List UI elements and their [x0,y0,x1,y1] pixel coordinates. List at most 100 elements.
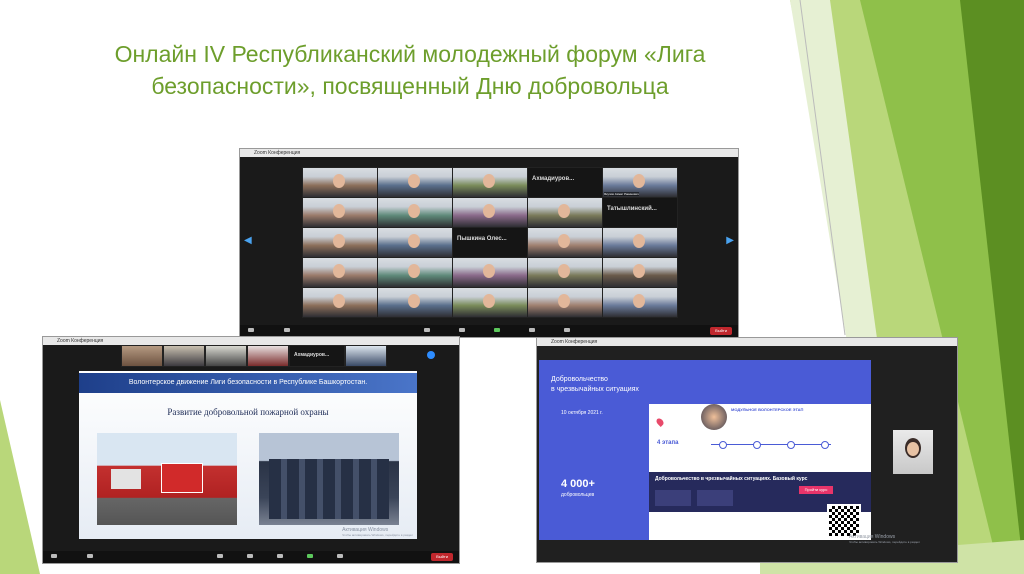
participant-tile [602,257,678,288]
timeline-dot [753,441,761,449]
timeline-line [711,444,831,445]
thumbnail-strip: Ахмадиуров... [121,345,421,367]
participant-face [333,264,345,278]
windows-activation-watermark: Активация Windows Чтобы активировать Win… [849,534,920,544]
participant-face [483,174,495,188]
timeline-dot [821,441,829,449]
presenter-video-tile [893,430,933,474]
participant-tile-named: Пышкина Олес... [452,227,528,258]
security-button[interactable] [420,328,434,336]
participant-tile [452,167,528,198]
next-page-arrow-icon[interactable]: ▶ [726,235,734,246]
volunteers-count: 4 000+ [561,478,595,490]
participant-tile [377,227,453,258]
chat-button[interactable] [273,554,287,562]
slide-banner: Волонтерское движение Лиги безопасности … [79,373,417,393]
share-button[interactable] [303,554,317,562]
participant-tile [377,257,453,288]
participant-face [408,294,420,308]
mic-button[interactable] [244,328,258,336]
participant-name: Ахмадиуров... [532,176,575,182]
chat-button[interactable] [490,328,504,336]
participant-tile: Якупов Ахмат Ракинович [602,167,678,198]
participant-face [558,204,570,218]
participant-face [408,204,420,218]
slide-heading: Развитие добровольной пожарной охраны [167,407,329,417]
share-indicator-icon[interactable] [427,351,435,359]
qr-code [827,504,861,538]
participant-tile [452,287,528,318]
thumb-tile-named: Ахмадиуров... [289,345,345,367]
participant-name: Татышлинский... [607,206,657,212]
timeline-dot [787,441,795,449]
course-button[interactable]: Пройти курс [799,486,833,494]
reactions-button[interactable] [333,554,347,562]
zoom-share-screenshot-right: Zoom Конференция Добровольчество в чрезв… [536,337,958,563]
participant-face [558,294,570,308]
rescue-title-1: Добровольчество [551,376,608,383]
windows-activation-watermark: Активация Windows Чтобы активировать Win… [342,527,413,537]
video-button[interactable] [83,554,97,562]
zoom-gallery-screenshot: Zoom Конференция ◀ ▶ Ахмадиуров... Якупов… [239,148,739,338]
participant-tile [377,197,453,228]
participant-tile [302,197,378,228]
location-pin-icon [655,417,665,427]
date-text: 10 октября 2021 г. [561,410,603,416]
share-button[interactable] [525,328,539,336]
rescue-title-2: в чрезвычайных ситуациях [551,386,639,393]
participant-face [633,174,645,188]
thumb-tile [121,345,163,367]
participant-tile [302,167,378,198]
security-button[interactable] [213,554,227,562]
participant-face [483,294,495,308]
module-header: МОДУЛЬНОЕ ВОЛОНТЕРСКОЕ ЭТАП [731,407,804,412]
stage-count: 4 этапа [657,440,679,446]
course-card [655,490,691,506]
participant-name: Пышкина Олес... [457,236,507,242]
zoom-title-bar: Zoom Конференция [240,149,738,157]
participant-tile [302,287,378,318]
mic-button[interactable] [47,554,61,562]
end-meeting-button[interactable]: Выйти [431,553,453,561]
participant-tile [302,227,378,258]
video-button[interactable] [280,328,294,336]
participant-tile [377,167,453,198]
participant-face [633,234,645,248]
participant-face [633,294,645,308]
participant-face [408,174,420,188]
participant-face [408,234,420,248]
fire-trucks-photo [97,433,237,525]
zoom-title-bar: Zoom Конференция [537,338,957,346]
zoom-title-bar: Zoom Конференция [43,337,459,345]
participant-tile [377,287,453,318]
slide-title: Онлайн IV Республиканский молодежный фор… [114,41,706,99]
thumb-tile [345,345,387,367]
prev-page-arrow-icon[interactable]: ◀ [244,235,252,246]
participants-button[interactable] [455,328,469,336]
participants-button[interactable] [243,554,257,562]
thumb-tile [247,345,289,367]
participant-tile [302,257,378,288]
participant-grid: Ахмадиуров... Якупов Ахмат Ракинович Татыш… [302,167,678,318]
participant-face [333,234,345,248]
participant-tile [602,227,678,258]
participant-face [483,204,495,218]
volunteers-label: добровольцев [561,492,595,498]
participant-face [483,264,495,278]
participant-face [633,264,645,278]
presentation-slide: Добровольчество в чрезвычайных ситуациях… [539,360,871,540]
zoom-toolbar: Выйти [43,551,459,563]
participant-face [408,264,420,278]
timeline-dot [719,441,727,449]
participant-name: Якупов Ахмат Ракинович [604,192,639,196]
thumb-tile [205,345,247,367]
participant-face [333,294,345,308]
end-meeting-button[interactable]: Выйти [710,327,732,335]
thumb-tile [163,345,205,367]
presentation-slide: Волонтерское движение Лиги безопасности … [79,371,417,539]
participant-tile [527,197,603,228]
reactions-button[interactable] [560,328,574,336]
zoom-share-screenshot-left: Zoom Конференция Ахмадиуров... Волонтерс… [42,336,460,564]
participant-tile [527,227,603,258]
participant-face [558,264,570,278]
